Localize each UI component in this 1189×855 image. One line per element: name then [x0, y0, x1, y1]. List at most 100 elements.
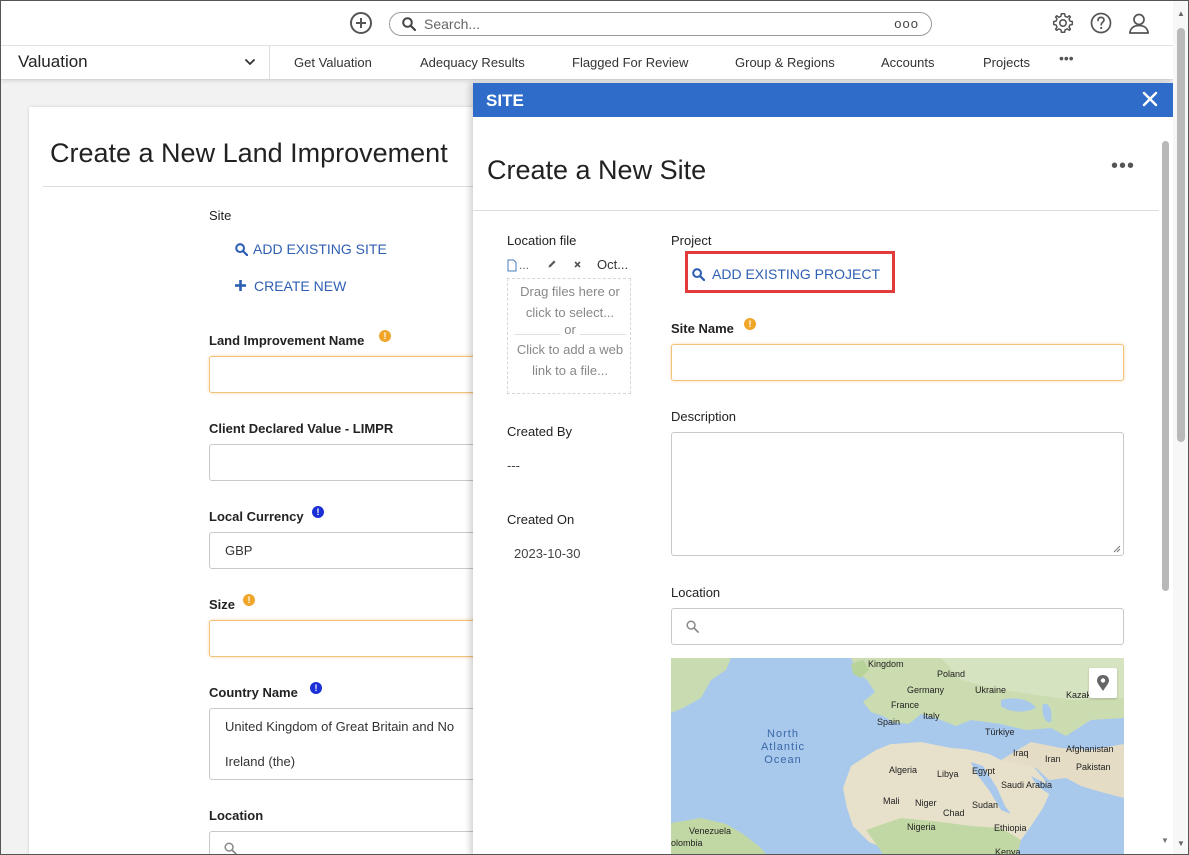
project-label: Project — [671, 233, 712, 248]
nav-adequacy-results[interactable]: Adequacy Results — [420, 55, 525, 70]
add-icon[interactable] — [350, 12, 372, 34]
map-label: Kingdom — [868, 659, 904, 669]
gear-icon[interactable] — [1052, 12, 1074, 34]
file-name: ... — [519, 258, 530, 272]
map-label: Iraq — [1013, 748, 1029, 758]
description-label: Description — [671, 409, 737, 424]
location-file-label: Location file — [507, 233, 577, 248]
pencil-icon[interactable] — [547, 259, 557, 269]
nav-more-button[interactable]: ••• — [1059, 50, 1074, 66]
app-title: Valuation — [18, 52, 88, 71]
scroll-down-arrow[interactable]: ▼ — [1161, 836, 1169, 845]
size-label: Size — [209, 597, 236, 612]
app-navbar: Valuation Get Valuation Adequacy Results… — [1, 46, 1173, 80]
site-label: Site — [209, 208, 232, 223]
panel-header-title: SITE — [486, 91, 524, 110]
location-search-input[interactable] — [209, 831, 489, 854]
required-warning-icon: ! — [379, 330, 391, 342]
map-label: Ukraine — [975, 685, 1007, 695]
search-icon — [686, 620, 699, 633]
user-icon[interactable] — [1128, 12, 1150, 34]
description-textarea[interactable] — [671, 432, 1124, 556]
create-site-panel: SITE Create a New Site ••• Location file… — [473, 83, 1173, 854]
created-by-label: Created By — [507, 424, 573, 439]
map-label: Chad — [943, 808, 965, 818]
map-ocean-line: Atlantic — [760, 741, 806, 753]
create-new-site-button[interactable]: CREATE NEW — [235, 278, 346, 294]
local-currency-select[interactable]: GBP — [209, 532, 489, 569]
delete-icon[interactable] — [573, 260, 582, 269]
nav-group-regions[interactable]: Group & Regions — [735, 55, 835, 70]
land-improvement-name-label: Land Improvement Name — [209, 333, 365, 348]
file-dropzone[interactable]: Drag files here or click to select... or… — [507, 278, 631, 394]
close-icon[interactable] — [1141, 90, 1159, 108]
country-name-label: Country Name — [209, 685, 298, 700]
add-existing-project-label: ADD EXISTING PROJECT — [712, 266, 881, 282]
add-existing-project-button[interactable]: ADD EXISTING PROJECT — [692, 266, 880, 282]
country-name-value-line1: United Kingdom of Great Britain and No — [225, 719, 455, 734]
panel-scrollbar-thumb[interactable] — [1162, 141, 1169, 591]
search-input[interactable] — [424, 15, 864, 33]
dropzone-or-wrap: or — [508, 319, 632, 340]
client-declared-value-label: Client Declared Value - LIMPR — [209, 421, 394, 436]
file-attachment-row: ... Oct... — [507, 257, 631, 276]
create-new-label: CREATE NEW — [254, 278, 347, 294]
required-warning-icon: ! — [744, 318, 756, 330]
map-label: Ethiopia — [994, 823, 1027, 833]
top-bar: ooo — [1, 1, 1173, 46]
dropzone-or: or — [560, 322, 580, 337]
app-switcher[interactable]: Valuation — [1, 46, 270, 79]
help-icon[interactable] — [1090, 12, 1112, 34]
map-label: Venezuela — [689, 826, 732, 836]
page-scrollbar-thumb[interactable] — [1177, 28, 1185, 442]
resize-handle-icon[interactable] — [1113, 545, 1121, 553]
map-label: Italy — [923, 711, 940, 721]
add-existing-site-label: ADD EXISTING SITE — [253, 241, 387, 257]
search-icon — [235, 243, 249, 257]
location-label: Location — [209, 808, 264, 823]
map-label: Saudi Arabia — [1001, 780, 1053, 790]
scroll-up-arrow[interactable]: ▲ — [1177, 9, 1185, 18]
divider — [43, 186, 483, 187]
local-currency-label: Local Currency — [209, 509, 304, 524]
site-name-input[interactable] — [671, 344, 1124, 381]
site-name-label: Site Name — [671, 321, 734, 336]
panel-title: Create a New Site — [487, 155, 707, 185]
map-ocean-label: North Atlantic Ocean — [751, 728, 815, 767]
map-label: France — [891, 700, 920, 710]
location-search-input[interactable] — [671, 608, 1124, 645]
nav-projects[interactable]: Projects — [983, 55, 1030, 70]
client-declared-value-input[interactable] — [209, 444, 489, 481]
nav-flagged-for-review[interactable]: Flagged For Review — [572, 55, 688, 70]
search-icon — [224, 842, 237, 854]
nav-get-valuation[interactable]: Get Valuation — [294, 55, 372, 70]
dropzone-text-1: Drag files here or — [520, 284, 620, 299]
file-icon — [507, 259, 517, 272]
map-label: Spain — [877, 717, 901, 727]
location-map[interactable]: Kingdom Poland Germany Ukraine France Ka… — [671, 658, 1124, 854]
map-ocean-line: North — [767, 728, 799, 740]
file-date: Oct... — [597, 257, 629, 272]
search-icon — [402, 17, 416, 31]
nav-accounts[interactable]: Accounts — [881, 55, 934, 70]
info-icon: ! — [310, 682, 322, 694]
search-icon — [692, 268, 706, 282]
location-label: Location — [671, 585, 721, 600]
add-existing-site-button[interactable]: ADD EXISTING SITE — [235, 241, 387, 257]
map-label: Poland — [937, 669, 966, 679]
land-improvement-name-input[interactable] — [209, 356, 489, 393]
global-search[interactable]: ooo — [389, 12, 932, 36]
more-options-button[interactable]: ••• — [1111, 155, 1135, 178]
map-label: Türkiye — [985, 727, 1015, 737]
map-label: olombia — [671, 838, 703, 848]
search-options-button[interactable]: ooo — [894, 16, 919, 31]
map-label: Nigeria — [907, 822, 936, 832]
scroll-down-arrow[interactable]: ▼ — [1177, 839, 1185, 848]
size-input[interactable] — [209, 620, 489, 657]
panel-header: SITE — [473, 83, 1173, 117]
country-name-select[interactable]: United Kingdom of Great Britain and No I… — [209, 708, 489, 780]
map-pin-button[interactable] — [1089, 668, 1117, 698]
map-label: Afghanistan — [1066, 744, 1114, 754]
map-label: Niger — [915, 798, 937, 808]
map-label: Mali — [883, 796, 900, 806]
